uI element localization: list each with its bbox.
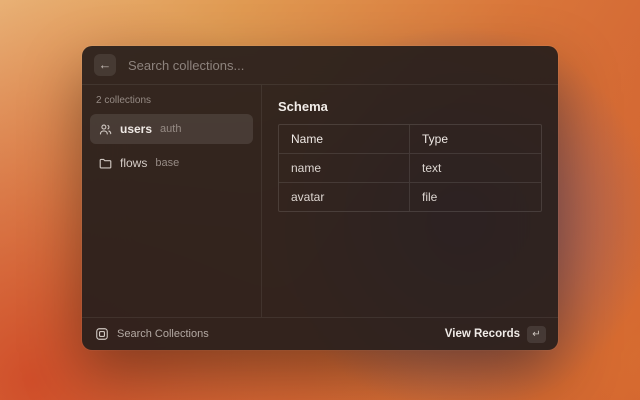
enter-key-icon: ↵: [527, 326, 546, 343]
table-row: avatar file: [279, 183, 541, 211]
users-icon: [98, 122, 112, 136]
table-row: name text: [279, 154, 541, 183]
column-header-type: Type: [410, 125, 541, 153]
sidebar-item-label: users: [120, 122, 152, 136]
back-button[interactable]: ←: [94, 54, 116, 76]
schema-table: Name Type name text avatar file: [278, 124, 542, 212]
field-type-cell: file: [410, 183, 541, 211]
window-body: 2 collections users auth: [82, 85, 558, 317]
desktop-background: ← 2 collections users: [0, 0, 640, 400]
table-header-row: Name Type: [279, 125, 541, 154]
field-name-cell: name: [279, 154, 410, 182]
folder-icon: [98, 156, 112, 170]
collections-count-label: 2 collections: [90, 95, 253, 114]
search-input[interactable]: [126, 57, 546, 74]
footer-bar: Search Collections View Records ↵: [82, 317, 558, 350]
sidebar-item-label: flows: [120, 156, 147, 170]
sidebar-item-users[interactable]: users auth: [90, 114, 253, 144]
view-records-button[interactable]: View Records ↵: [445, 326, 546, 343]
collections-sidebar: 2 collections users auth: [82, 85, 262, 317]
sidebar-item-flows[interactable]: flows base: [90, 148, 253, 178]
column-header-name: Name: [279, 125, 410, 153]
footer-context: Search Collections: [94, 327, 209, 342]
arrow-left-icon: ←: [99, 57, 112, 72]
view-records-label: View Records: [445, 328, 520, 340]
collection-type-badge: base: [155, 157, 179, 169]
collection-type-badge: auth: [160, 123, 181, 135]
schema-panel: Schema Name Type name text avatar file: [262, 85, 558, 317]
field-name-cell: avatar: [279, 183, 410, 211]
search-bar: ←: [82, 46, 558, 85]
schema-title: Schema: [278, 99, 542, 114]
search-collections-window: ← 2 collections users: [82, 46, 558, 350]
footer-context-label: Search Collections: [117, 328, 209, 340]
app-logo-icon: [94, 327, 109, 342]
field-type-cell: text: [410, 154, 541, 182]
